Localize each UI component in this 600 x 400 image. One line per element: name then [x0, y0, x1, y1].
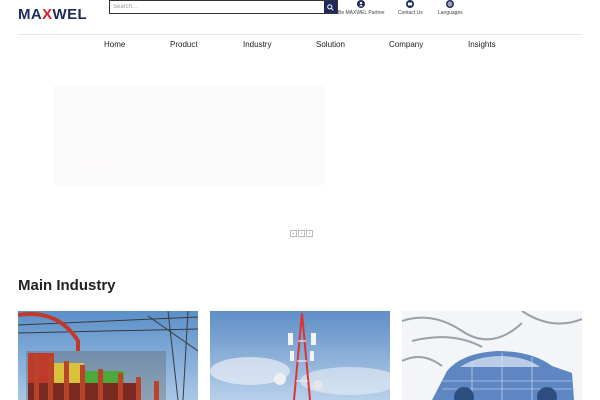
search-input[interactable] — [110, 1, 324, 13]
nav-item-company[interactable]: Company — [389, 40, 423, 49]
contact-link-label: Contact Us — [398, 10, 423, 16]
main-nav: Home Product Industry Solution Company I… — [0, 40, 600, 52]
nav-item-industry[interactable]: Industry — [243, 40, 271, 49]
nav-item-home[interactable]: Home — [104, 40, 125, 49]
carousel-pagination — [290, 230, 313, 237]
nav-item-solution[interactable]: Solution — [316, 40, 345, 49]
partner-link-label: Be MAXWEL Partner — [338, 10, 385, 16]
telecom-tower-image — [210, 311, 390, 400]
globe-icon — [446, 0, 455, 8]
hero-cta-button[interactable] — [66, 155, 126, 171]
search-icon — [327, 3, 334, 11]
logo-text-end: WEL — [52, 6, 88, 23]
user-icon — [357, 0, 366, 8]
logo-text-x: X — [42, 6, 53, 23]
contact-link[interactable]: Contact Us — [398, 0, 423, 16]
header-divider — [18, 34, 582, 35]
section-title: Main Industry — [18, 277, 116, 294]
industry-card-telecom[interactable] — [210, 311, 390, 400]
carousel-dot[interactable] — [298, 230, 305, 237]
industry-card-automotive[interactable] — [402, 311, 582, 400]
chat-icon — [406, 0, 415, 8]
nav-item-product[interactable]: Product — [170, 40, 198, 49]
partner-link[interactable]: Be MAXWEL Partner — [338, 0, 385, 16]
nav-item-insights[interactable]: Insights — [468, 40, 496, 49]
search-button[interactable] — [324, 1, 337, 13]
carousel-dot[interactable] — [306, 230, 313, 237]
search-bar — [109, 0, 338, 14]
carousel-dot[interactable] — [290, 230, 297, 237]
logo-text-start: MA — [18, 6, 43, 23]
power-substation-image — [18, 311, 198, 400]
maxwel-logo[interactable]: MAXWEL — [18, 6, 87, 23]
industry-card-power[interactable] — [18, 311, 198, 400]
languages-link[interactable]: Languages — [438, 0, 463, 16]
automotive-wireframe-image — [402, 311, 582, 400]
languages-link-label: Languages — [438, 10, 463, 16]
